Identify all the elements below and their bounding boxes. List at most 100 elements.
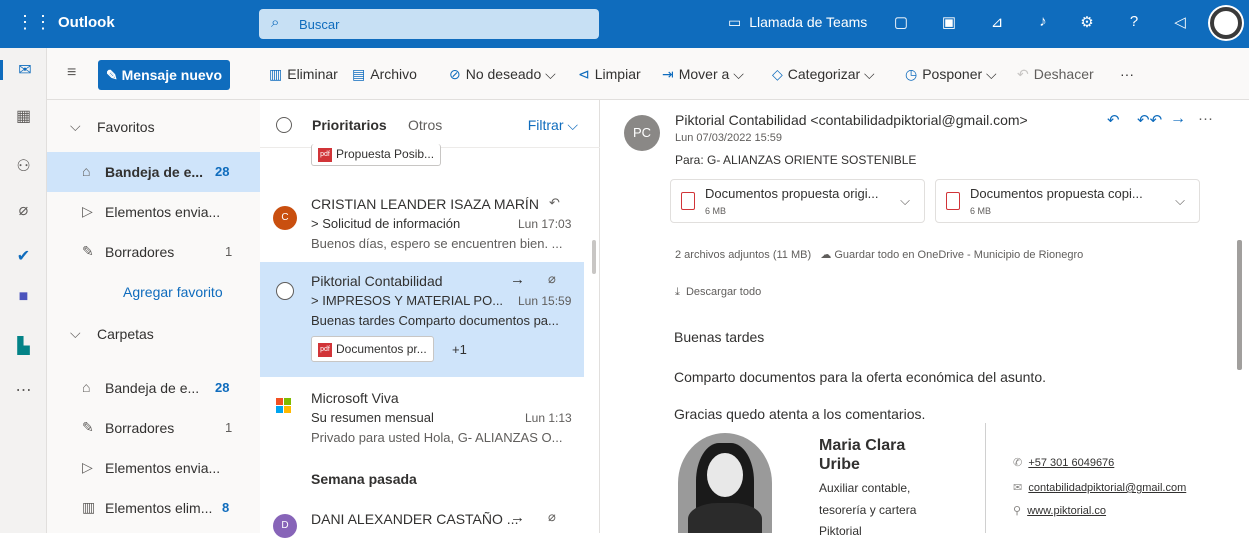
- folder-deleted[interactable]: ▥ Elementos elim... 8: [47, 488, 260, 528]
- reading-pane: PC Piktorial Contabilidad <contabilidadp…: [600, 100, 1249, 538]
- pdf-icon: pdf: [318, 147, 332, 162]
- folder-drafts[interactable]: ✎ Borradores 1: [47, 408, 260, 448]
- delete-button[interactable]: ▥ Eliminar: [269, 66, 338, 83]
- tag-icon: ◇: [772, 66, 783, 82]
- message-time: Lun 1:13: [525, 411, 572, 425]
- list-item-selected[interactable]: Piktorial Contabilidad → ⌀ > IMPRESOS Y …: [260, 262, 584, 377]
- signature-phone[interactable]: ✆ +57 301 6049676: [1013, 456, 1114, 469]
- phone-link[interactable]: +57 301 6049676: [1028, 457, 1114, 469]
- message-sender: Piktorial Contabilidad: [311, 273, 443, 289]
- message-subject: > IMPRESOS Y MATERIAL PO...: [311, 293, 504, 308]
- web-link[interactable]: www.piktorial.co: [1027, 505, 1106, 517]
- move-label: Mover a: [678, 66, 730, 82]
- fav-sent[interactable]: ▷ Elementos envia...: [47, 192, 260, 232]
- attachment-card[interactable]: Documentos propuesta copi... 6 MB ⌵: [935, 179, 1200, 223]
- list-item[interactable]: D DANI ALEXANDER CASTAÑO ... → ⌀: [260, 498, 584, 538]
- archive-button[interactable]: ▤ Archivo: [352, 66, 417, 83]
- save-onedrive-link[interactable]: Guardar todo en OneDrive - Municipio de …: [834, 249, 1083, 261]
- avatar: D: [273, 514, 297, 538]
- junk-label: No deseado: [465, 66, 542, 82]
- attachment-name: Documentos propuesta origi...: [705, 186, 879, 201]
- fav-inbox[interactable]: ⌂ Bandeja de e... 28: [47, 152, 260, 192]
- move-button[interactable]: ⇥ Mover a ⌵: [662, 66, 744, 83]
- attachment-chip[interactable]: pdf Propuesta Posib...: [311, 144, 442, 166]
- tab-focused[interactable]: Prioritarios: [312, 117, 387, 133]
- mail-icon[interactable]: ✉: [0, 60, 47, 80]
- teams-icon[interactable]: ■: [0, 288, 47, 306]
- onenote-icon[interactable]: ▣: [939, 13, 959, 31]
- select-radio[interactable]: [276, 282, 294, 300]
- categorize-button[interactable]: ◇ Categorizar ⌵: [772, 66, 875, 83]
- people-icon[interactable]: ⚇: [0, 156, 47, 176]
- list-item[interactable]: Microsoft Viva Su resumen mensual Lun 1:…: [260, 380, 584, 452]
- bell-icon[interactable]: ♪: [1033, 13, 1053, 30]
- forward-icon[interactable]: →: [1170, 110, 1186, 128]
- attachment-chip-label: Documentos pr...: [336, 342, 427, 356]
- fav-drafts-count: 1: [225, 244, 233, 259]
- send-icon: ▷: [82, 459, 93, 475]
- app-title[interactable]: Outlook: [58, 14, 115, 31]
- chevron-down-icon[interactable]: ⌵: [1175, 193, 1185, 209]
- attachment-card[interactable]: Documentos propuesta origi... 6 MB ⌵: [670, 179, 925, 223]
- reply-all-icon[interactable]: ↶↶: [1137, 111, 1162, 129]
- list-item[interactable]: C CRISTIAN LEANDER ISAZA MARÍN ↶ > Solic…: [260, 186, 584, 260]
- message-preview: Privado para usted Hola, G- ALIANZAS O..…: [311, 430, 563, 445]
- folders-header[interactable]: ⌵ Carpetas: [47, 314, 260, 354]
- tab-other[interactable]: Otros: [408, 117, 442, 133]
- favorites-header[interactable]: ⌵ Favoritos: [47, 107, 260, 147]
- message-preview: Buenos días, espero se encuentren bien. …: [311, 236, 563, 251]
- account-avatar[interactable]: [1210, 7, 1242, 39]
- menu-icon[interactable]: ≡: [67, 64, 76, 82]
- teams-call-button[interactable]: ▭ Llamada de Teams: [720, 14, 867, 31]
- download-all-link[interactable]: ⤓ Descargar todo: [675, 286, 761, 299]
- reading-scrollbar[interactable]: [1237, 240, 1242, 370]
- attachments-count: 2 archivos adjuntos (11 MB): [675, 249, 812, 261]
- message-sender: Microsoft Viva: [311, 390, 399, 406]
- chevron-down-icon[interactable]: ⌵: [900, 193, 910, 209]
- video-icon: ▭: [728, 14, 742, 30]
- sweep-button[interactable]: ⊲ Limpiar: [578, 66, 641, 83]
- calendar-icon[interactable]: ▦: [0, 106, 47, 126]
- junk-button[interactable]: ⊘ No deseado ⌵: [449, 66, 556, 83]
- filter-button[interactable]: Filtrar ⌵: [528, 117, 578, 134]
- fav-drafts[interactable]: ✎ Borradores 1: [47, 232, 260, 272]
- folder-inbox[interactable]: ⌂ Bandeja de e... 28: [47, 368, 260, 408]
- help-icon[interactable]: ?: [1124, 13, 1144, 30]
- signature-email[interactable]: ✉ contabilidadpiktorial@gmail.com: [1013, 481, 1186, 494]
- microsoft-logo-icon: [276, 398, 292, 414]
- clock-icon: ◷: [905, 66, 918, 82]
- search-input[interactable]: Buscar: [299, 17, 339, 32]
- more-attachments[interactable]: +1: [452, 342, 467, 357]
- new-mail-button[interactable]: ✎ Mensaje nuevo: [98, 60, 230, 90]
- add-favorite-link[interactable]: Agregar favorito: [47, 272, 260, 312]
- section-header: Semana pasada: [311, 471, 417, 487]
- email-link[interactable]: contabilidadpiktorial@gmail.com: [1028, 482, 1186, 494]
- snooze-button[interactable]: ◷ Posponer ⌵: [905, 66, 997, 83]
- folder-sent[interactable]: ▷ Elementos envia...: [47, 448, 260, 488]
- folders-label: Carpetas: [97, 326, 154, 342]
- todo-icon[interactable]: ✔: [0, 246, 47, 266]
- app-launcher-icon[interactable]: ⋮⋮: [16, 12, 52, 32]
- message-subject: Su resumen mensual: [311, 410, 434, 425]
- megaphone-icon[interactable]: ◁: [1170, 13, 1190, 31]
- attachment-icon[interactable]: ⌀: [0, 200, 47, 220]
- undo-button[interactable]: ↶ Deshacer: [1017, 66, 1094, 83]
- new-mail-label: Mensaje nuevo: [121, 67, 222, 83]
- signature-role: Auxiliar contable,: [819, 481, 911, 495]
- gear-icon[interactable]: ⚙: [1077, 13, 1097, 31]
- folder-deleted-count: 8: [222, 500, 230, 515]
- search-box[interactable]: ⌕ Buscar: [259, 9, 599, 39]
- more-actions-icon[interactable]: ···: [1120, 66, 1134, 82]
- reply-icon[interactable]: ↶: [1107, 111, 1120, 129]
- attachment-chip[interactable]: pdf Documentos pr...: [311, 336, 434, 362]
- avatar: C: [273, 206, 297, 230]
- signature-web[interactable]: ⚲ www.piktorial.co: [1013, 504, 1106, 517]
- chat-icon[interactable]: ▢: [891, 13, 911, 31]
- bookings-icon[interactable]: ▙: [0, 336, 47, 356]
- sender-address[interactable]: Piktorial Contabilidad <contabilidadpikt…: [675, 112, 1028, 128]
- select-all-checkbox[interactable]: [276, 117, 292, 133]
- tasks-icon[interactable]: ⊿: [987, 13, 1007, 31]
- list-scrollbar[interactable]: [592, 240, 596, 274]
- more-apps-icon[interactable]: ⋯: [0, 380, 47, 400]
- more-icon[interactable]: ···: [1198, 110, 1213, 127]
